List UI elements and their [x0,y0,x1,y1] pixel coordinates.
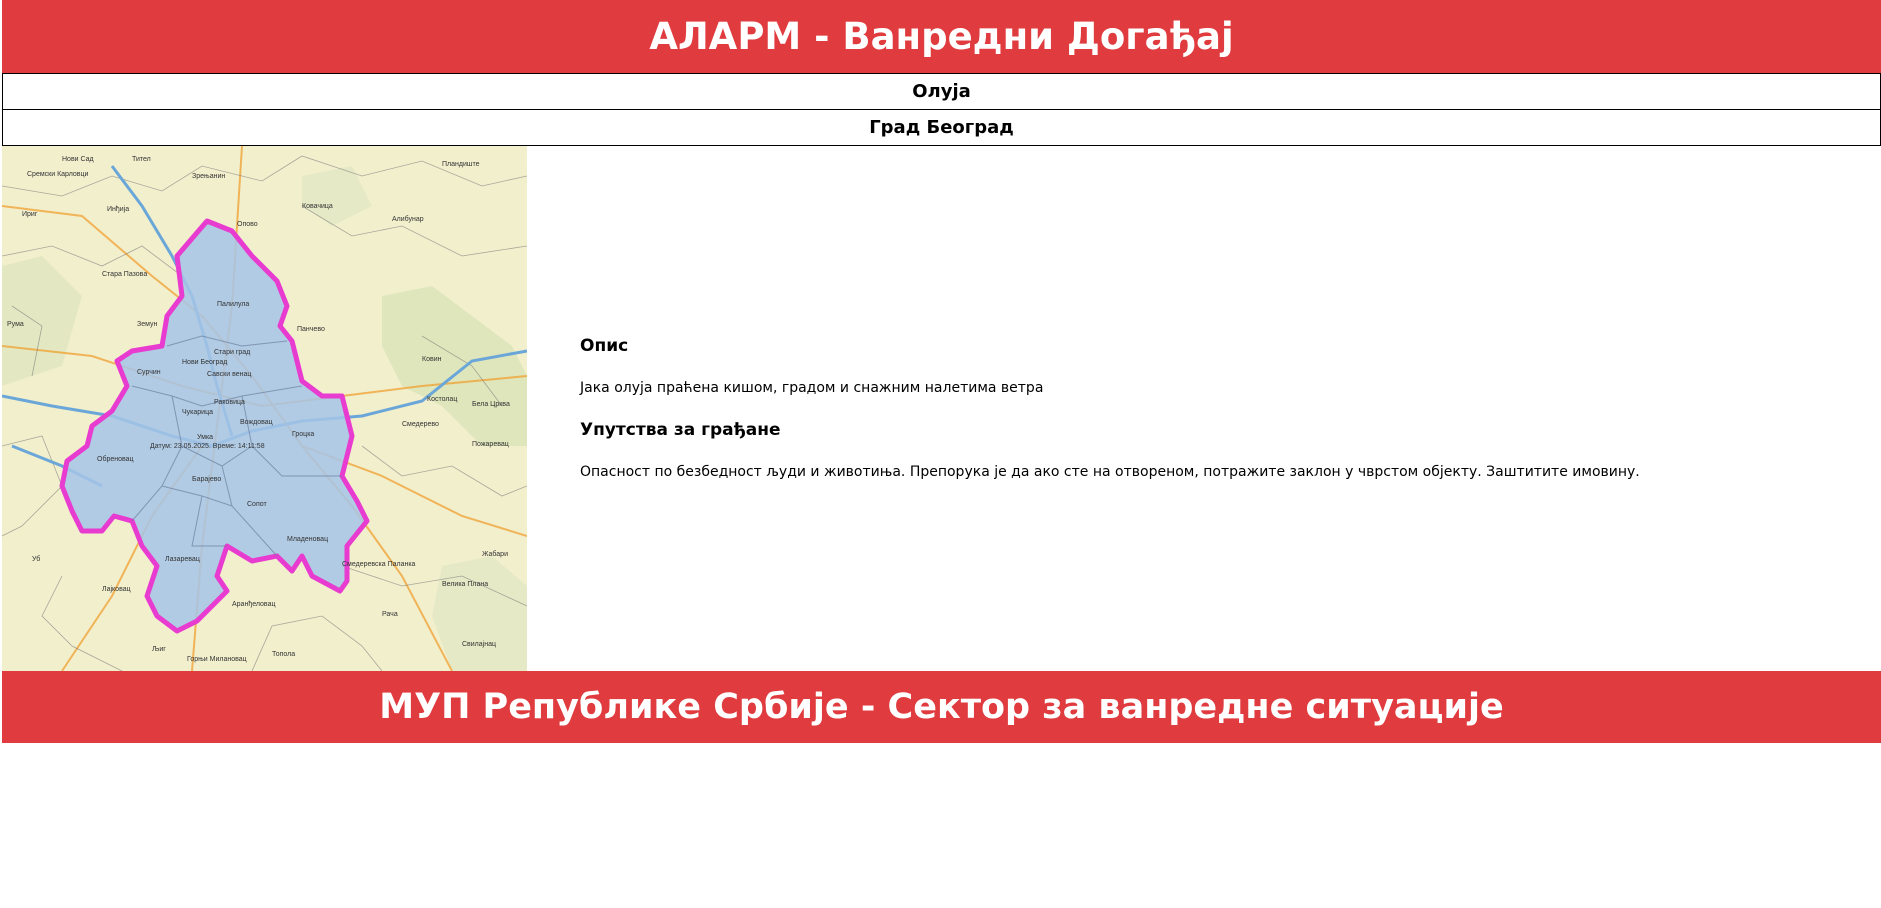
map-label: Пожаревац [472,441,509,448]
map-timestamp: Датум: 23.05.2025. Време: 14:11:58 [150,443,265,450]
map-label: Палилула [217,301,249,308]
map-label: Панчево [297,326,325,333]
map-label: Смедеревска Паланка [342,561,416,568]
map-label: Ириг [22,211,38,218]
map-label: Љиг [152,646,166,653]
map-label: Нови Сад [62,156,94,163]
map-label: Умка [197,434,213,441]
event-region: Град Београд [2,110,1881,146]
map-label: Вождовац [240,419,273,426]
map-label: Барајево [192,476,221,483]
alert-content: Нови Сад Сремски Карловци Тител Зрењанин… [2,146,1881,671]
map-label: Лазаревац [165,556,200,563]
map-label: Тител [132,156,151,163]
map-label: Рача [382,611,398,618]
map-label: Зрењанин [192,173,225,180]
map-label: Гроцка [292,431,314,438]
map-label: Ковин [422,356,442,363]
map-label: Младеновац [287,536,328,543]
alert-page: АЛАРМ - Ванредни Догађај Олуја Град Беог… [2,0,1881,743]
map-label: Обреновац [97,455,134,463]
instructions-heading: Упутства за грађане [580,420,781,440]
footer-banner: МУП Републике Србије - Сектор за ванредн… [2,671,1881,743]
map-label: Костолац [427,396,457,403]
map-label: Савски венац [207,371,251,378]
map-label: Пландиште [442,161,480,168]
alert-info: Опис Јака олуја праћена кишом, градом и … [580,336,1860,480]
map-label: Раковица [214,399,245,406]
map-label: Бела Црква [472,401,510,408]
alert-title-banner: АЛАРМ - Ванредни Догађај [2,0,1881,73]
map-label: Чукарица [182,409,213,416]
event-type: Олуја [2,73,1881,110]
instructions-text: Опасност по безбедност људи и животиња. … [580,464,1640,480]
map-label: Тополa [272,651,295,658]
description-heading: Опис [580,336,629,356]
map-label: Стара Пазова [102,271,147,278]
map-label: Рума [7,321,24,328]
map-label: Жабари [482,550,508,558]
map-label: Велика Плана [442,581,488,588]
map-label: Инђија [107,206,129,213]
map-label: Нови Београд [182,359,227,366]
map-label: Свилајнац [462,641,496,648]
map-label: Ковачица [302,203,333,210]
map-label: Опово [237,221,258,228]
map-label: Стари град [214,349,250,356]
map-label: Лајковац [102,586,131,593]
map-label: Сремски Карловци [27,171,88,178]
map-label: Уб [32,555,40,563]
map-image: Нови Сад Сремски Карловци Тител Зрењанин… [2,146,527,671]
map-label: Аранђеловац [232,601,275,608]
affected-area-map: Нови Сад Сремски Карловци Тител Зрењанин… [2,146,527,671]
map-label: Горњи Милановац [187,656,247,663]
description-text: Јака олуја праћена кишом, градом и снажн… [580,380,1044,396]
map-label: Сурчин [137,369,161,376]
map-label: Смедерево [402,421,439,428]
map-label: Земун [137,321,158,328]
map-label: Алибунар [392,215,424,223]
map-label: Сопот [247,501,267,508]
